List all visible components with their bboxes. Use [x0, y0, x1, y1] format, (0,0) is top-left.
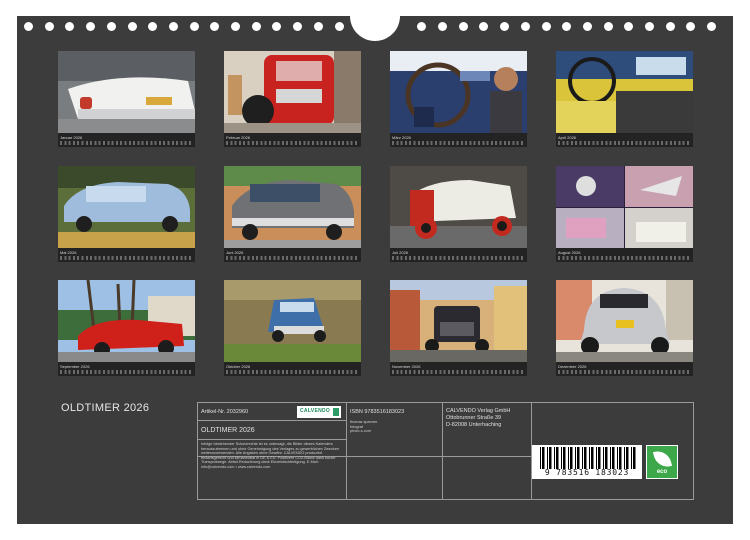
- month-photo: [556, 51, 693, 133]
- binding-hole: [334, 22, 344, 31]
- month-name: August 2026: [558, 250, 581, 255]
- calvendo-leaf-icon: [333, 408, 339, 416]
- binding-hole: [665, 22, 675, 31]
- month-november: November 2026: [390, 280, 527, 376]
- binding-hole: [582, 22, 592, 31]
- binding-hole: [417, 22, 427, 31]
- month-march: März 2026: [390, 51, 527, 147]
- binding-hole: [603, 22, 613, 31]
- binding-hole: [210, 22, 220, 31]
- leaf-icon: [652, 448, 673, 470]
- binding-hole: [313, 22, 323, 31]
- month-photo: [556, 166, 693, 248]
- binding-hole: [458, 22, 468, 31]
- month-name: Dezember 2026: [558, 364, 587, 369]
- legal-text: Infolge bestehender Schutzrechte ist es …: [201, 442, 340, 469]
- binding-hole: [272, 22, 282, 31]
- month-september: September 2026: [58, 280, 195, 376]
- author-line-3: photo-s.com: [350, 429, 371, 434]
- binding-hole: [645, 22, 654, 31]
- binding-hole: [686, 22, 696, 31]
- binding-hole: [520, 22, 530, 31]
- publisher-line-2: Ottobrunner Straße 39: [446, 415, 502, 421]
- month-name: April 2026: [558, 135, 577, 140]
- month-august: August 2026: [556, 166, 693, 262]
- binding-hole: [168, 22, 178, 31]
- binding-hole: [707, 22, 717, 31]
- binding-hole: [624, 22, 634, 31]
- month-december: Dezember 2026: [556, 280, 693, 376]
- month-name: Februar 2026: [226, 135, 251, 140]
- binding-hole: [44, 22, 54, 31]
- month-name: Oktober 2026: [226, 364, 251, 369]
- month-photo: [390, 166, 527, 248]
- month-photo: [58, 166, 195, 248]
- eco-badge: eco: [646, 445, 678, 479]
- calendar-back-cover: Januar 2026 Februar 2026 März 2026 April…: [17, 15, 733, 524]
- barcode: 9 783516 183023: [532, 445, 642, 479]
- month-name: November 2026: [392, 364, 421, 369]
- binding-hole: [86, 22, 96, 31]
- publisher-line-3: D-82008 Unterhaching: [446, 422, 502, 428]
- month-june: Juni 2026: [224, 166, 361, 262]
- eco-label: eco: [656, 469, 668, 475]
- isbn: ISBN 9783516183023: [350, 409, 405, 415]
- month-photo: [556, 280, 693, 362]
- hanger-notch: [350, 15, 400, 41]
- month-photo: [58, 280, 195, 362]
- binding-hole: [189, 22, 199, 31]
- binding-hole: [24, 22, 33, 31]
- month-photo: [390, 51, 527, 133]
- binding-hole: [293, 22, 303, 31]
- month-name: Juni 2026: [226, 250, 244, 255]
- month-photo: [58, 51, 195, 133]
- binding-hole: [65, 22, 75, 31]
- month-july: Juli 2026: [390, 166, 527, 262]
- article-number: Artikel-Nr. 2032960: [201, 409, 249, 415]
- binding-hole: [251, 22, 261, 31]
- binding-hole: [231, 22, 240, 31]
- barcode-bars: [540, 447, 636, 469]
- cover-title: OLDTIMER 2026: [61, 402, 150, 414]
- binding-hole: [438, 22, 447, 31]
- binding-hole: [148, 22, 158, 31]
- binding-hole: [541, 22, 551, 31]
- month-may: Mai 2026: [58, 166, 195, 262]
- binding-hole: [127, 22, 137, 31]
- month-name: Mai 2026: [60, 250, 77, 255]
- month-january: Januar 2026: [58, 51, 195, 147]
- month-name: Januar 2026: [60, 135, 83, 140]
- publisher-line-1: CALVENDO Verlag GmbH: [446, 408, 511, 414]
- binding-hole: [500, 22, 510, 31]
- binding-hole: [562, 22, 572, 31]
- binding-hole: [106, 22, 116, 31]
- binding-hole: [479, 22, 489, 31]
- calvendo-logo: CALVENDO: [297, 406, 341, 418]
- barcode-number: 9 783516 183023: [544, 468, 630, 477]
- month-photo: [390, 280, 527, 362]
- product-title: OLDTIMER 2026: [201, 427, 255, 434]
- month-name: September 2026: [60, 364, 90, 369]
- month-name: März 2026: [392, 135, 411, 140]
- month-photo: [224, 280, 361, 362]
- month-photo: [224, 51, 361, 133]
- month-october: Oktober 2026: [224, 280, 361, 376]
- month-photo: [224, 166, 361, 248]
- month-april: April 2026: [556, 51, 693, 147]
- month-name: Juli 2026: [392, 250, 409, 255]
- month-february: Februar 2026: [224, 51, 361, 147]
